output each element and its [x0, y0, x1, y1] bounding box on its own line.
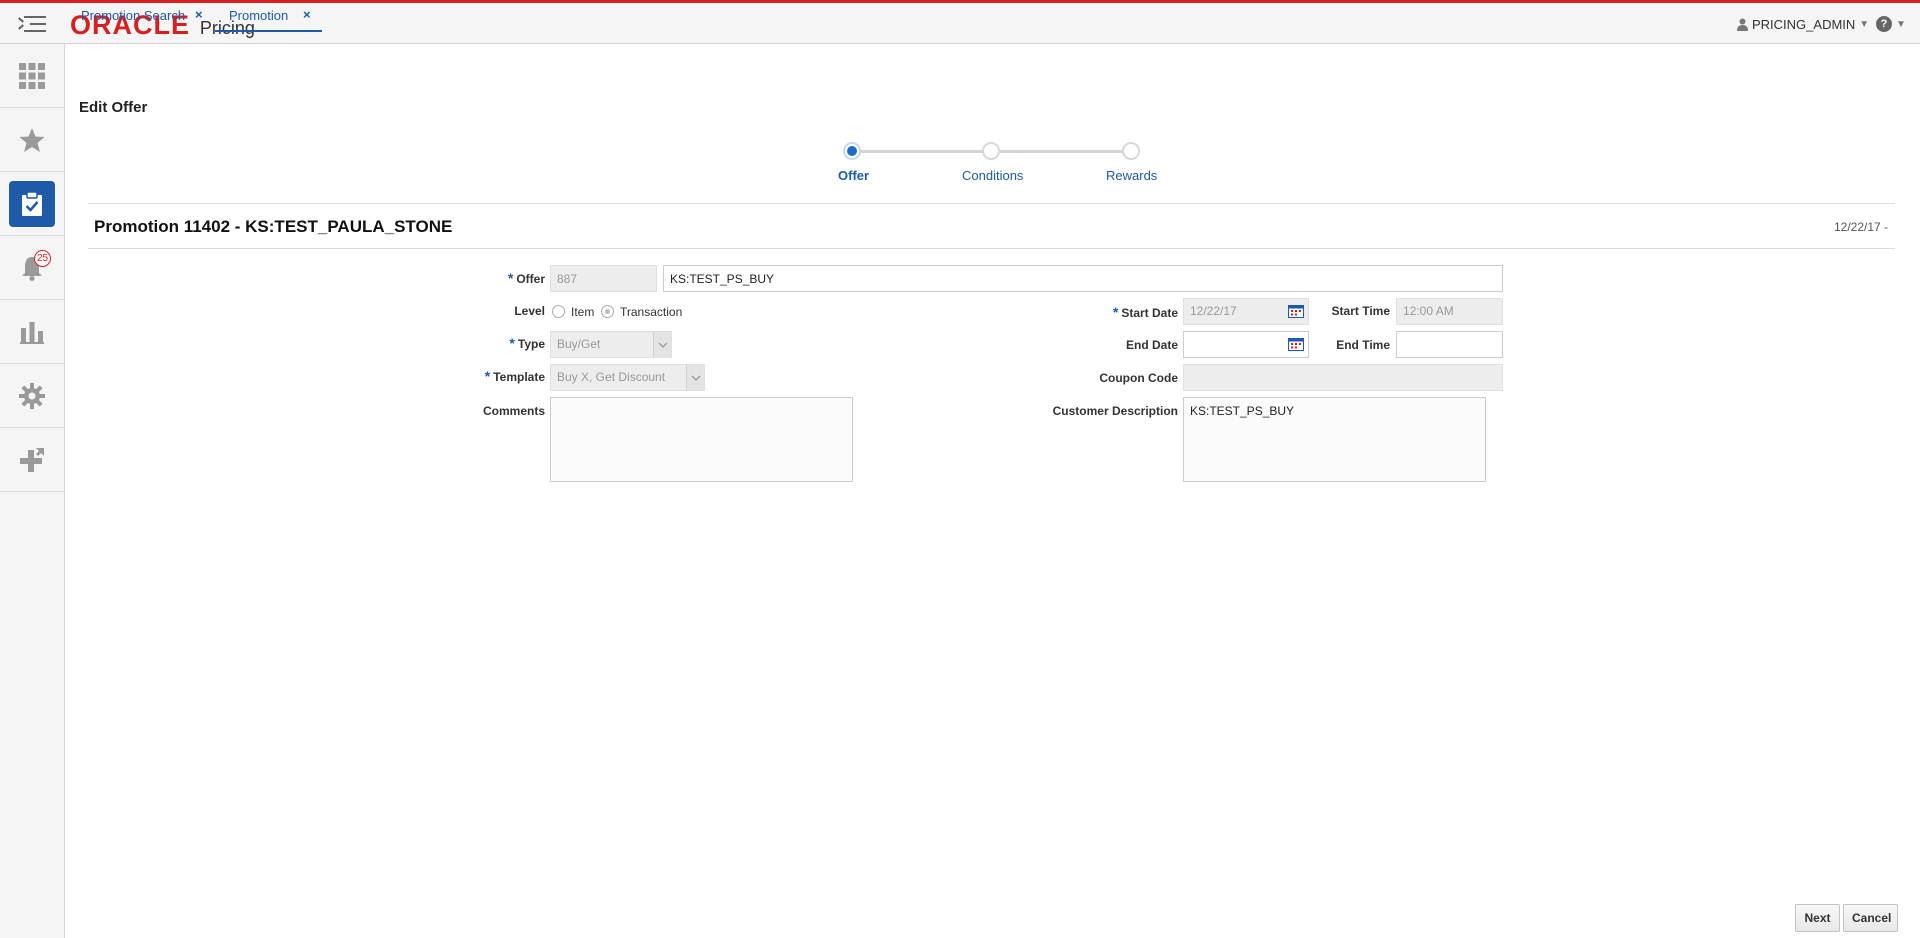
tab-label: Promotion	[229, 8, 289, 23]
gear-icon	[19, 382, 45, 409]
comments-textarea[interactable]	[550, 397, 853, 482]
train-label-rewards[interactable]: Rewards	[1106, 168, 1157, 183]
divider	[88, 248, 1895, 249]
train-label-conditions[interactable]: Conditions	[962, 168, 1023, 183]
tab-promotion-search[interactable]: Promotion Search ×	[65, 0, 213, 32]
divider	[88, 203, 1895, 204]
sidebar-item-favorites[interactable]	[0, 108, 64, 172]
template-label: * Template	[484, 368, 545, 384]
navigator-menu-icon[interactable]	[18, 13, 46, 35]
user-name: PRICING_ADMIN	[1752, 17, 1856, 32]
comments-label: Comments	[482, 404, 545, 418]
start-time-value: 12:00 AM	[1403, 304, 1454, 318]
train-connector	[1000, 150, 1129, 153]
grid-icon	[19, 62, 45, 89]
train-connector	[923, 150, 989, 153]
sidebar: 25	[0, 44, 65, 938]
required-icon: *	[509, 335, 515, 351]
notification-count-badge: 25	[34, 250, 51, 267]
sidebar-item-create[interactable]	[0, 428, 64, 492]
clipboard-check-icon	[22, 190, 42, 216]
user-menu[interactable]: PRICING_ADMIN ▼	[1737, 17, 1869, 32]
offer-id-field[interactable]	[550, 265, 657, 292]
end-time-label: End Time	[1336, 338, 1390, 352]
plus-arrow-icon	[20, 447, 44, 472]
help-icon: ?	[1876, 16, 1892, 32]
sidebar-item-tasks[interactable]	[0, 44, 64, 108]
level-item-radio[interactable]	[552, 305, 565, 318]
close-icon[interactable]: ×	[195, 7, 203, 22]
template-select[interactable]: Buy X, Get Discount	[550, 364, 705, 391]
next-button[interactable]: Next	[1795, 904, 1840, 932]
chevron-down-icon	[653, 332, 671, 357]
user-icon	[1737, 18, 1748, 31]
sidebar-item-promotions[interactable]	[0, 172, 64, 236]
train-stop-conditions[interactable]	[982, 142, 1000, 160]
coupon-code-label: Coupon Code	[1099, 371, 1178, 385]
chevron-down-icon	[686, 365, 704, 390]
sidebar-item-notifications[interactable]: 25	[0, 236, 64, 300]
sidebar-active-box	[9, 180, 55, 227]
promotion-date: 12/22/17 -	[1834, 220, 1889, 234]
train-label-offer[interactable]: Offer	[838, 168, 869, 183]
template-value: Buy X, Get Discount	[557, 370, 666, 384]
offer-label: * Offer	[507, 270, 545, 286]
level-transaction-label: Transaction	[620, 305, 683, 319]
level-item-label: Item	[571, 305, 595, 319]
offer-name-field[interactable]	[663, 265, 1503, 292]
chevron-down-icon: ▼	[1896, 18, 1906, 30]
start-time-field[interactable]: 12:00 AM	[1396, 298, 1503, 325]
start-date-value: 12/22/17	[1190, 304, 1237, 318]
required-icon: *	[484, 368, 491, 384]
type-label: * Type	[509, 335, 545, 351]
type-select[interactable]: Buy/Get	[550, 331, 672, 358]
tab-label: Promotion Search	[81, 8, 186, 23]
close-icon[interactable]: ×	[303, 7, 311, 22]
end-date-label: End Date	[1125, 338, 1178, 352]
cancel-button[interactable]: Cancel	[1843, 904, 1898, 932]
star-icon	[19, 127, 45, 152]
train-stop-rewards[interactable]	[1122, 142, 1140, 160]
start-date-label: * Start Date	[1112, 304, 1178, 320]
required-icon: *	[1112, 304, 1119, 320]
customer-description-label: Customer Description	[1052, 404, 1178, 418]
required-icon: *	[507, 270, 514, 286]
train-connector-done	[853, 150, 923, 153]
sidebar-item-settings[interactable]	[0, 364, 64, 428]
start-time-label: Start Time	[1331, 304, 1390, 318]
bar-chart-icon	[20, 321, 44, 344]
level-transaction-radio[interactable]	[601, 305, 614, 318]
sidebar-item-reports[interactable]	[0, 300, 64, 364]
end-time-field[interactable]	[1396, 331, 1503, 358]
chevron-down-icon: ▼	[1859, 19, 1870, 30]
calendar-icon[interactable]	[1288, 337, 1304, 351]
help-menu[interactable]: ? ▼	[1876, 16, 1906, 32]
tab-promotion[interactable]: Promotion ×	[215, 0, 322, 32]
customer-description-textarea[interactable]: KS:TEST_PS_BUY	[1183, 397, 1486, 482]
calendar-icon[interactable]	[1288, 304, 1304, 318]
promotion-heading: Promotion 11402 - KS:TEST_PAULA_STONE	[94, 217, 453, 236]
level-label: Level	[514, 304, 545, 318]
coupon-code-field[interactable]	[1183, 364, 1503, 391]
page-title: Edit Offer	[79, 99, 148, 116]
type-value: Buy/Get	[557, 337, 601, 351]
train-stop-offer[interactable]	[843, 142, 861, 160]
